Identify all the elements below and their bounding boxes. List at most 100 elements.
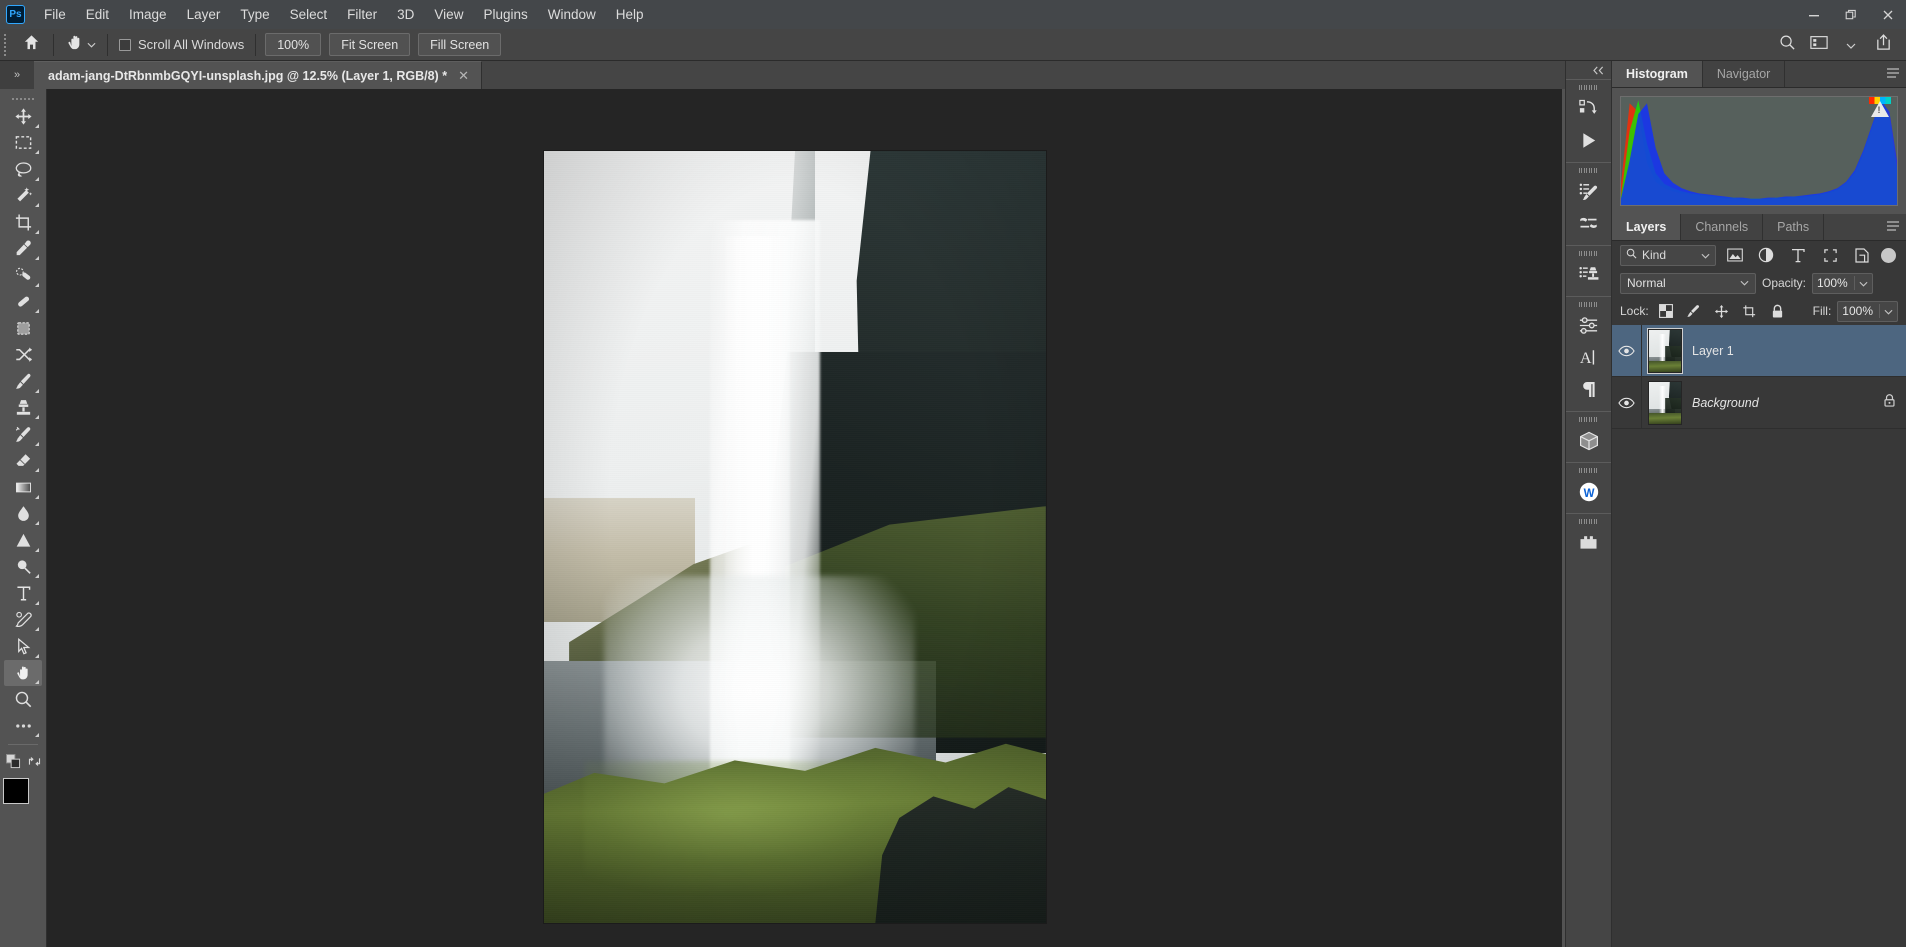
dock-grip[interactable] (1566, 300, 1611, 309)
color-swatches[interactable] (3, 778, 43, 818)
menu-file[interactable]: File (34, 3, 76, 26)
menu-3d[interactable]: 3D (387, 3, 424, 26)
libraries-panel-icon[interactable] (1572, 527, 1606, 558)
table-row[interactable]: Layer 1 (1612, 324, 1906, 377)
lock-image-pixels-icon[interactable] (1683, 301, 1705, 322)
menu-layer[interactable]: Layer (177, 3, 231, 26)
filter-type-layers-icon[interactable] (1785, 244, 1811, 266)
shuffle-tool[interactable] (4, 342, 42, 369)
dodge-tool[interactable] (4, 527, 42, 554)
eraser-tool[interactable] (4, 448, 42, 475)
filter-shape-layers-icon[interactable] (1817, 244, 1843, 266)
lock-all-icon[interactable] (1883, 393, 1896, 413)
rectangular-marquee-tool[interactable] (4, 130, 42, 157)
brush-settings-panel-icon[interactable] (1572, 176, 1606, 207)
scroll-all-windows-row[interactable]: Scroll All Windows (113, 37, 250, 52)
edit-toolbar-button[interactable] (4, 713, 42, 740)
history-panel-icon[interactable] (1572, 93, 1606, 124)
move-tool[interactable] (4, 103, 42, 130)
menu-plugins[interactable]: Plugins (473, 3, 537, 26)
adjustments-panel-icon[interactable] (1572, 310, 1606, 341)
chevron-down-icon[interactable] (1879, 304, 1893, 318)
zoom-100-button[interactable]: 100% (265, 33, 322, 56)
3d-panel-icon[interactable] (1572, 425, 1606, 456)
lock-all-icon[interactable] (1767, 301, 1789, 322)
menu-help[interactable]: Help (606, 3, 654, 26)
eyedropper-tool[interactable] (4, 236, 42, 263)
dock-grip[interactable] (1566, 83, 1611, 92)
menu-select[interactable]: Select (280, 3, 338, 26)
crop-tool[interactable] (4, 209, 42, 236)
layer-thumbnail[interactable] (1647, 327, 1683, 374)
filter-pixel-layers-icon[interactable] (1722, 244, 1748, 266)
close-button[interactable] (1869, 0, 1906, 29)
layer-visibility-toggle[interactable] (1612, 376, 1642, 429)
tab-paths[interactable]: Paths (1763, 214, 1825, 240)
share-button[interactable] (1868, 31, 1898, 59)
tab-channels[interactable]: Channels (1681, 214, 1764, 240)
tools-panel-grip[interactable] (0, 95, 46, 103)
tool-preset-picker[interactable] (59, 31, 102, 59)
brushes-panel-icon[interactable] (1572, 208, 1606, 239)
filter-enable-toggle[interactable] (1881, 247, 1897, 263)
tab-navigator[interactable]: Navigator (1702, 61, 1786, 87)
scroll-all-windows-checkbox[interactable] (119, 38, 131, 51)
lock-position-icon[interactable] (1711, 301, 1733, 322)
pen-tool[interactable] (4, 554, 42, 581)
history-brush-tool[interactable] (4, 421, 42, 448)
dock-grip[interactable] (1566, 415, 1611, 424)
fit-screen-button[interactable]: Fit Screen (329, 33, 411, 56)
filter-smart-objects-icon[interactable] (1849, 244, 1875, 266)
layer-kind-filter[interactable]: Kind (1620, 244, 1716, 266)
fill-screen-button[interactable]: Fill Screen (418, 33, 502, 56)
character-panel-icon[interactable]: A (1572, 342, 1606, 373)
zoom-tool[interactable] (4, 686, 42, 713)
menu-image[interactable]: Image (119, 3, 177, 26)
table-row[interactable]: Background (1612, 376, 1906, 429)
workspace-switcher-button[interactable] (1804, 31, 1834, 59)
dock-grip[interactable] (1566, 517, 1611, 526)
foreground-color-swatch[interactable] (3, 778, 29, 804)
patch-tool[interactable] (4, 289, 42, 316)
tab-layers[interactable]: Layers (1612, 214, 1682, 240)
expand-tabs-button[interactable]: » (0, 61, 34, 89)
tab-histogram[interactable]: Histogram (1612, 61, 1703, 87)
filter-adjustment-layers-icon[interactable] (1754, 244, 1780, 266)
paragraph-panel-icon[interactable] (1572, 374, 1606, 405)
brush-tool[interactable] (4, 368, 42, 395)
menu-view[interactable]: View (424, 3, 473, 26)
default-colors-icon[interactable] (5, 753, 21, 769)
clone-stamp-tool[interactable] (4, 395, 42, 422)
frame-tool[interactable] (4, 315, 42, 342)
actions-panel-icon[interactable] (1572, 125, 1606, 156)
document-canvas[interactable] (544, 151, 1046, 923)
close-icon[interactable]: ✕ (456, 69, 471, 82)
restore-button[interactable] (1832, 0, 1869, 29)
path-selection-tool[interactable] (4, 633, 42, 660)
minimize-button[interactable] (1795, 0, 1832, 29)
layer-thumbnail[interactable] (1648, 380, 1682, 425)
options-bar-grip[interactable] (0, 29, 10, 61)
lock-artboard-nesting-icon[interactable] (1739, 301, 1761, 322)
chevron-down-icon[interactable] (1853, 276, 1868, 290)
blend-mode-select[interactable]: Normal (1620, 272, 1756, 294)
document-tab[interactable]: adam-jang-DtRbnmbGQYI-unsplash.jpg @ 12.… (34, 61, 482, 89)
search-button[interactable] (1772, 31, 1802, 59)
canvas-area[interactable] (47, 89, 1562, 947)
fill-field[interactable]: 100% (1837, 300, 1898, 322)
color-mode-row[interactable] (4, 750, 42, 772)
histogram-plot[interactable] (1620, 96, 1898, 206)
path-edit-tool[interactable] (4, 607, 42, 634)
lock-transparent-pixels-icon[interactable] (1655, 301, 1677, 322)
spot-healing-brush-tool[interactable] (4, 262, 42, 289)
magic-wand-tool[interactable] (4, 183, 42, 210)
clone-source-panel-icon[interactable] (1572, 259, 1606, 290)
panel-menu-icon[interactable] (1887, 67, 1899, 81)
wacom-panel-icon[interactable]: W (1572, 476, 1606, 507)
opacity-field[interactable]: 100% (1812, 272, 1873, 294)
dock-grip[interactable] (1566, 249, 1611, 258)
gradient-tool[interactable] (4, 474, 42, 501)
lasso-tool[interactable] (4, 156, 42, 183)
hand-tool[interactable] (4, 659, 42, 686)
collapse-panels-icon[interactable] (1566, 61, 1611, 79)
